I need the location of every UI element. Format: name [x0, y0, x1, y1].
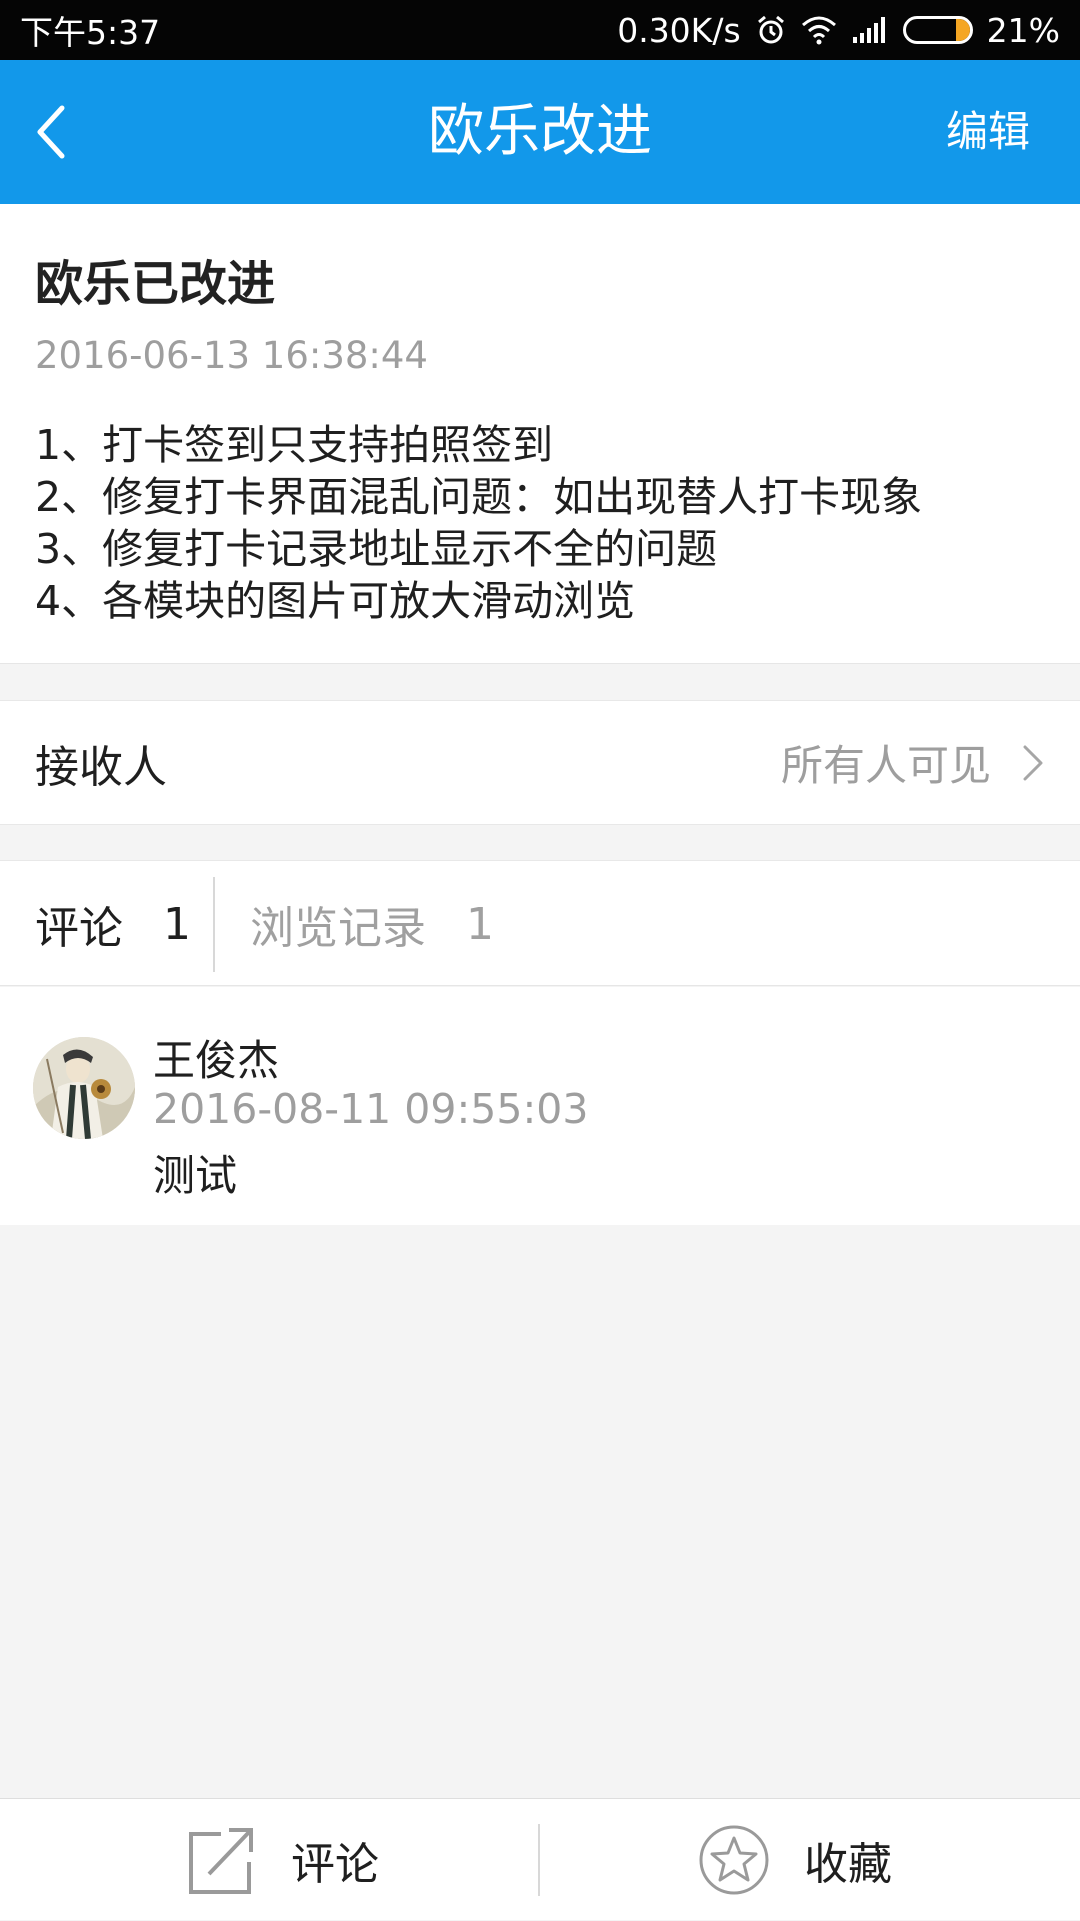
favorite-button[interactable]: 收藏 [698, 1799, 892, 1921]
comment-time: 2016-08-11 09:55:03 [153, 1085, 589, 1133]
article-card: 欧乐已改进 2016-06-13 16:38:44 1、打卡签到只支持拍照签到 … [0, 204, 1080, 664]
wifi-icon [801, 15, 837, 45]
share-edit-icon [189, 1828, 253, 1894]
comment-text: 测试 [153, 1151, 238, 1200]
bottom-divider [538, 1824, 540, 1896]
signal-icon [851, 15, 889, 45]
page-title: 欧乐改进 [428, 99, 652, 164]
article-line: 3、修复打卡记录地址显示不全的问题 [35, 525, 718, 573]
favorite-button-label: 收藏 [804, 1839, 892, 1890]
battery-percent: 21% [986, 10, 1060, 50]
tab-views[interactable]: 浏览记录 1 [250, 861, 494, 987]
article-line: 1、打卡签到只支持拍照签到 [35, 421, 554, 469]
tab-comments[interactable]: 评论 1 [35, 861, 191, 987]
recipient-value-group: 所有人可见 [781, 732, 1045, 793]
article-body: 1、打卡签到只支持拍照签到 2、修复打卡界面混乱问题：如出现替人打卡现象 3、修… [35, 419, 922, 627]
tab-comments-label: 评论 [35, 903, 123, 954]
recipient-label: 接收人 [35, 741, 167, 793]
comment-button-label: 评论 [291, 1839, 379, 1890]
star-icon [699, 1825, 769, 1895]
comment-author: 王俊杰 [153, 1036, 280, 1085]
chevron-right-icon [1023, 745, 1043, 780]
article-title: 欧乐已改进 [35, 256, 276, 312]
battery-icon [902, 16, 973, 44]
comment-item[interactable]: 王俊杰 2016-08-11 09:55:03 测试 [0, 987, 1080, 1225]
alarm-icon [755, 14, 787, 46]
article-date: 2016-06-13 16:38:44 [35, 334, 428, 377]
bottom-action-bar: 评论 收藏 [0, 1798, 1080, 1920]
edit-button[interactable]: 编辑 [946, 60, 1030, 204]
article-line: 2、修复打卡界面混乱问题：如出现替人打卡现象 [35, 473, 923, 521]
battery-body [902, 16, 973, 44]
top-bar: 欧乐改进 编辑 [0, 60, 1080, 204]
tab-views-label: 浏览记录 [250, 903, 426, 954]
comment-button[interactable]: 评论 [185, 1799, 379, 1921]
status-time: 下午5:37 [20, 13, 161, 52]
tab-comments-count: 1 [163, 898, 191, 950]
article-line: 4、各模块的图片可放大滑动浏览 [35, 577, 636, 625]
network-speed: 0.30K/s [617, 10, 741, 50]
status-bar: 下午5:37 0.30K/s 21% [0, 0, 1080, 60]
recipient-value: 所有人可见 [780, 741, 991, 790]
comment-tabs: 评论 1 浏览记录 1 [0, 860, 1080, 986]
recipient-row[interactable]: 接收人 所有人可见 [0, 700, 1080, 825]
tab-divider [213, 877, 215, 972]
status-indicators: 0.30K/s 21% [617, 11, 1060, 50]
avatar[interactable] [33, 1037, 135, 1139]
battery-fill [956, 19, 970, 41]
tab-views-count: 1 [466, 898, 494, 950]
